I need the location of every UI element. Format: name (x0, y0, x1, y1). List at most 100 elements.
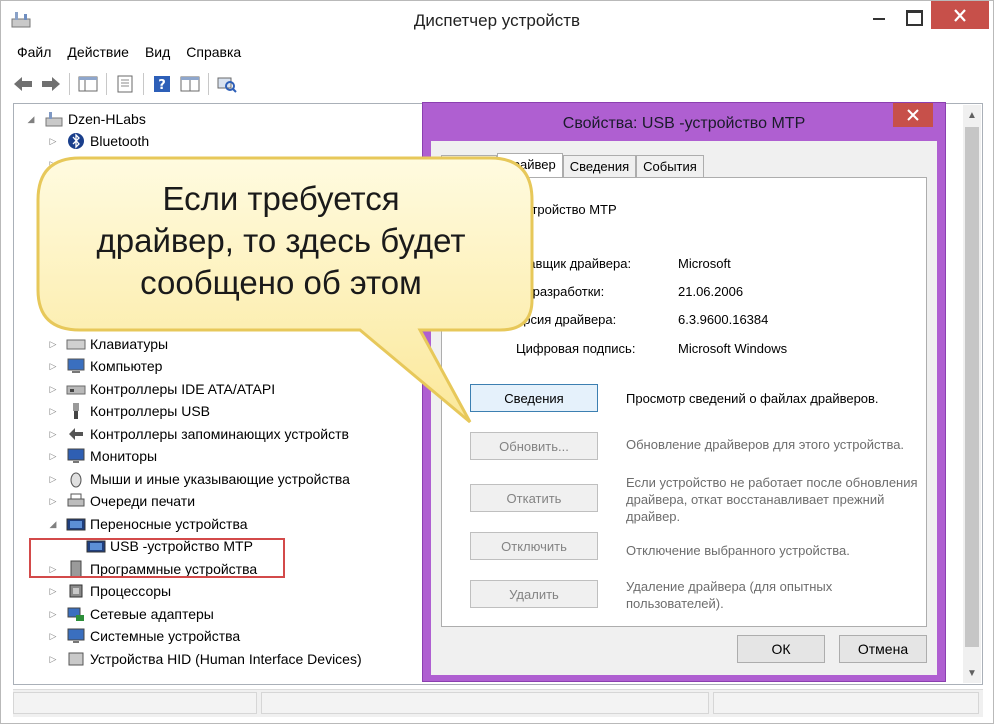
tree-item-label: Контроллеры запоминающих устройств (90, 426, 349, 442)
expand-icon[interactable]: ▷ (46, 449, 60, 463)
expand-icon[interactable]: ▷ (46, 494, 60, 508)
tree-item[interactable]: ▷ Контроллеры USB (46, 400, 210, 422)
toolbar-separator (208, 73, 209, 95)
show-hide-pane-button[interactable] (76, 72, 100, 96)
tree-item-label: Мыши и иные указывающие устройства (90, 471, 350, 487)
close-icon (954, 9, 966, 22)
tab-general[interactable] (441, 155, 497, 177)
tree-item[interactable]: ▷ Bluetooth (46, 130, 149, 152)
maximize-button[interactable] (897, 1, 929, 29)
speaker-icon (69, 157, 78, 171)
tree-item-label: Переносные устройства (90, 516, 248, 532)
uninstall-driver-button[interactable]: Удалить (470, 580, 598, 608)
update-driver-button[interactable]: Обновить... (470, 432, 598, 460)
expand-icon[interactable]: ▷ (46, 134, 60, 148)
tree-item[interactable]: ◢ Переносные устройства (46, 513, 248, 535)
driver-details-button[interactable]: Сведения (470, 384, 598, 412)
help-icon: ? (154, 76, 170, 93)
tree-item[interactable]: ▷ Клавиатуры (46, 333, 169, 355)
tree-item[interactable]: ▷ Компьютер (46, 355, 163, 377)
tree-item[interactable]: ▷ Очереди печати (46, 490, 196, 512)
digital-signature-value: Microsoft Windows (678, 341, 788, 356)
status-cell (713, 692, 979, 714)
driver-provider-value: Microsoft (678, 256, 731, 271)
status-cell (261, 692, 709, 714)
forward-arrow-icon (42, 77, 60, 91)
properties-button[interactable] (113, 72, 137, 96)
expand-icon[interactable]: ▷ (46, 607, 60, 621)
expand-icon[interactable]: ▷ (46, 359, 60, 373)
collapse-icon[interactable]: ◢ (46, 517, 60, 531)
portable-devices-highlight (29, 538, 285, 578)
cancel-button[interactable]: Отмена (839, 635, 927, 663)
expand-icon[interactable]: ▷ (46, 629, 60, 643)
menu-view[interactable]: Вид (137, 41, 178, 65)
rollback-driver-button[interactable]: Откатить (470, 484, 598, 512)
tab-driver[interactable]: Драйвер (497, 153, 563, 177)
expand-icon[interactable]: ▷ (46, 652, 60, 666)
printer-icon (67, 493, 85, 507)
tree-item[interactable]: ▷ Сетевые адаптеры (46, 603, 214, 625)
expand-icon[interactable]: ▷ (46, 427, 60, 441)
toolbar: ? (11, 69, 243, 99)
network-adapter-icon (67, 607, 84, 621)
menu-help[interactable]: Справка (178, 41, 249, 65)
ok-button[interactable]: ОК (737, 635, 825, 663)
scan-hardware-icon (217, 77, 237, 93)
dialog-close-button[interactable] (893, 103, 933, 127)
processor-icon (69, 584, 83, 598)
tab-details[interactable]: Сведения (562, 155, 637, 177)
title-bar[interactable]: Диспетчер устройств (1, 1, 993, 39)
expand-icon[interactable]: ▷ (46, 584, 60, 598)
toolbar-separator (143, 73, 144, 95)
expand-icon[interactable]: ▷ (46, 337, 60, 351)
svg-text:?: ? (158, 78, 166, 93)
disable-device-button[interactable]: Отключить (470, 532, 598, 560)
expand-icon[interactable]: ▷ (46, 472, 60, 486)
back-button[interactable] (11, 72, 35, 96)
properties-pane-icon (78, 76, 98, 92)
tree-item-label: Устройства HID (Human Interface Devices) (90, 651, 362, 667)
driver-version-label: ерсия драйвера: (516, 312, 617, 327)
expand-icon[interactable]: ▷ (46, 157, 60, 171)
tree-item-label: Системные устройства (90, 628, 241, 644)
tree-item[interactable]: ▷ Контроллеры IDE ATA/ATAPI (46, 378, 276, 400)
scroll-up-icon[interactable]: ▲ (963, 107, 981, 125)
scroll-thumb[interactable] (965, 127, 979, 647)
expand-icon[interactable]: ▷ (46, 404, 60, 418)
tree-item-label: Очереди печати (90, 493, 196, 509)
toolbar-separator (69, 73, 70, 95)
tab-events[interactable]: События (636, 155, 704, 177)
view-button[interactable] (178, 72, 202, 96)
digital-signature-label: Цифровая подпись: (516, 341, 636, 356)
menu-action[interactable]: Действие (59, 41, 137, 65)
monitor-icon (67, 448, 85, 463)
properties-dialog: Свойства: USB -устройство MTP Драйвер Св… (422, 102, 946, 682)
driver-tab-panel: B -устройство MTP ставщик драйвера: Micr… (441, 177, 927, 627)
help-button[interactable]: ? (150, 72, 174, 96)
close-button[interactable] (931, 1, 989, 29)
driver-date-value: 21.06.2006 (678, 284, 744, 299)
tree-item[interactable]: ▷ Системные устройства (46, 625, 241, 647)
tree-item[interactable]: ▷ Устройства HID (Human Interface Devices… (46, 648, 362, 670)
tree-item[interactable]: ▷ Мыши и иные указывающие устройства (46, 468, 350, 490)
close-icon (907, 109, 919, 121)
menu-file[interactable]: Файл (9, 41, 59, 65)
tree-item[interactable]: ▷ Звуковые, игровые и видеоустройства (46, 153, 341, 175)
tree-item[interactable]: ▷ Контроллеры запоминающих устройств (46, 423, 349, 445)
tree-scrollbar[interactable]: ▲ ▼ (963, 105, 981, 683)
driver-details-desc: Просмотр сведений о файлах драйверов. (626, 391, 879, 406)
expand-icon[interactable]: ▷ (46, 382, 60, 396)
collapse-icon[interactable]: ◢ (24, 112, 38, 126)
view-icon (180, 76, 200, 92)
tree-item[interactable]: ▷ Мониторы (46, 445, 158, 467)
tree-root[interactable]: ◢ Dzen-HLabs (24, 108, 146, 130)
scan-hardware-button[interactable] (215, 72, 239, 96)
forward-button[interactable] (39, 72, 63, 96)
menu-bar: Файл Действие Вид Справка (9, 41, 249, 65)
scroll-down-icon[interactable]: ▼ (963, 665, 981, 683)
minimize-button[interactable] (863, 1, 895, 29)
computer-icon (67, 358, 85, 373)
update-driver-desc: Обновление драйверов для этого устройств… (626, 437, 905, 452)
tree-item[interactable]: ▷ Процессоры (46, 580, 172, 602)
